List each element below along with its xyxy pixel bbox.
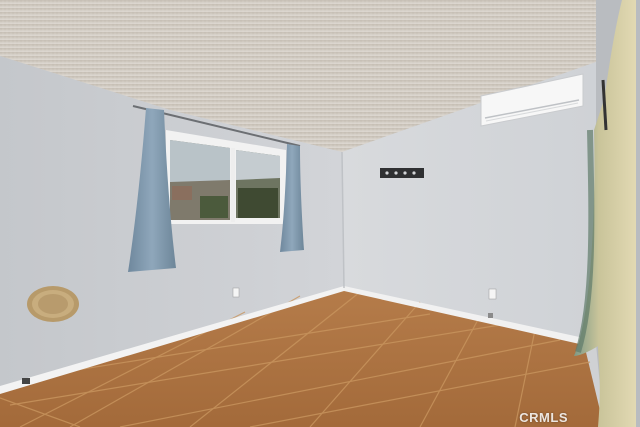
photo-watermark: CRMLS: [519, 410, 568, 425]
room-photo: CRMLS: [0, 0, 640, 427]
room-illustration: [0, 0, 640, 427]
floor-outlet: [488, 313, 493, 318]
left-wall-outlet: [232, 287, 240, 298]
round-wall-vent: [27, 286, 79, 322]
back-wall-outlet: [488, 288, 497, 300]
baseboard-jack: [22, 378, 30, 384]
